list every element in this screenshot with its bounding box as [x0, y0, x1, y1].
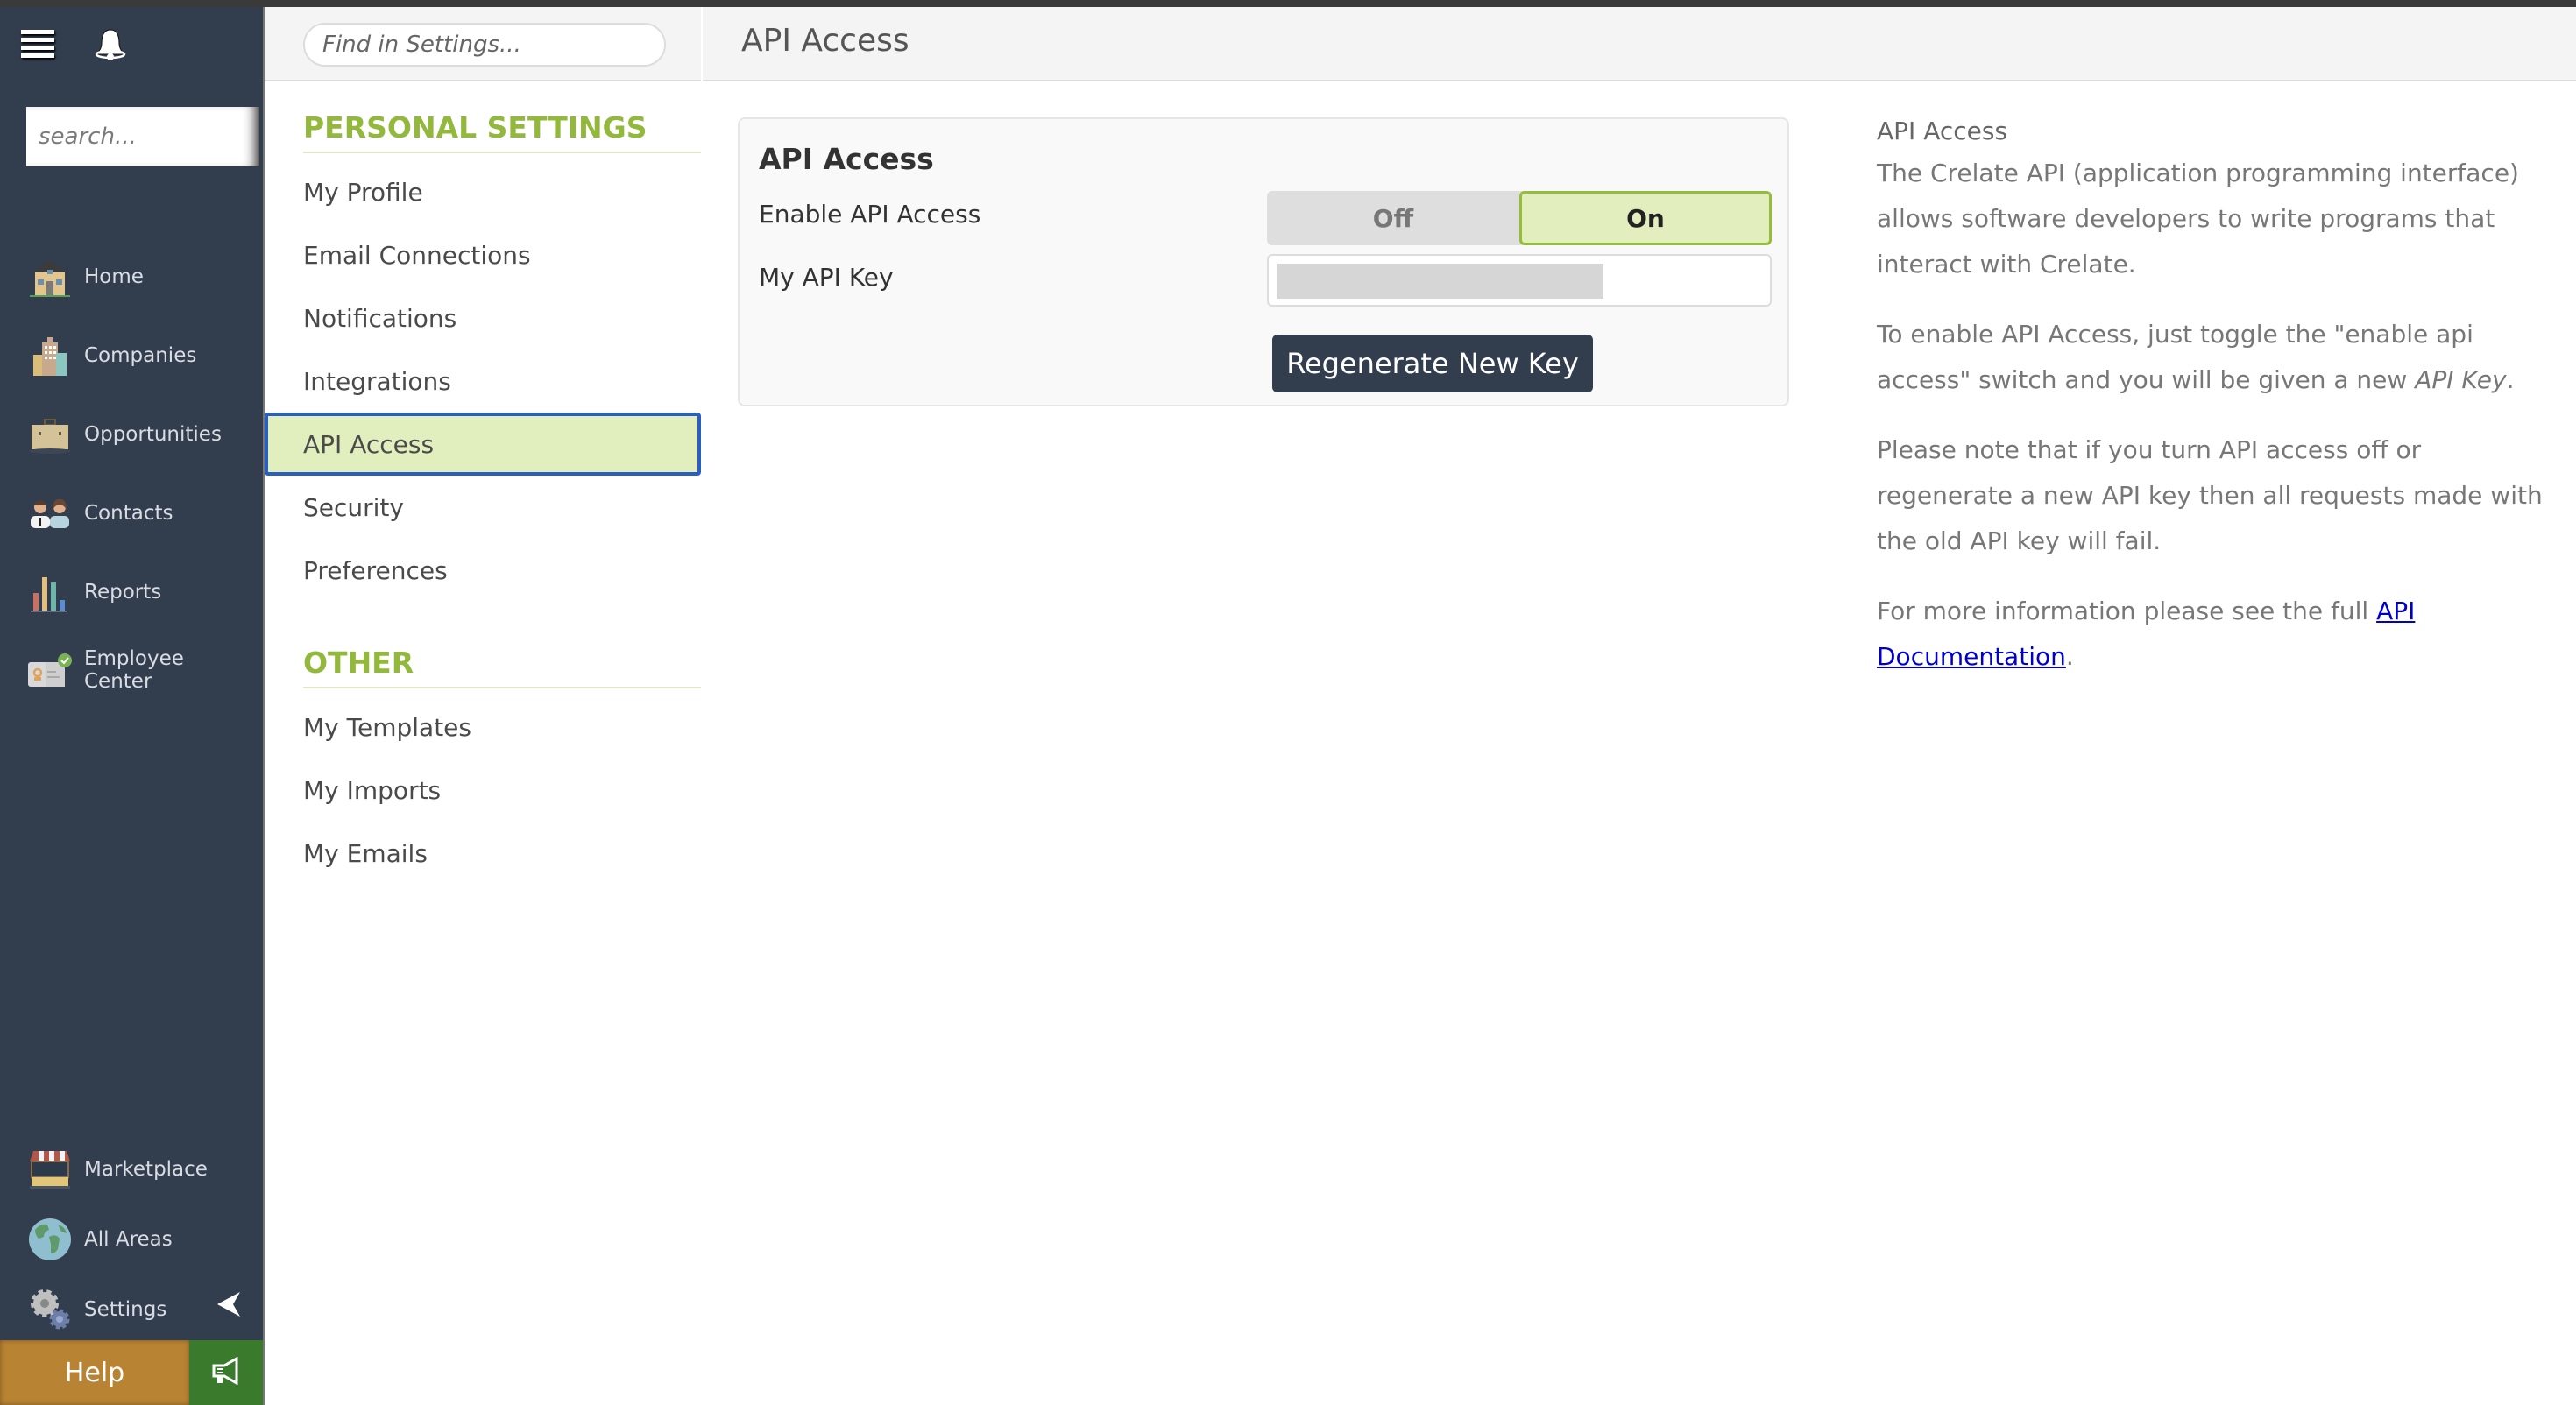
nav-label: Marketplace: [84, 1158, 208, 1181]
bell-notification-icon[interactable]: [91, 26, 130, 65]
id-card-icon: [28, 648, 72, 692]
api-access-card: API Access Enable API Access Off On My A…: [738, 117, 1789, 406]
page-title: API Access: [741, 23, 909, 59]
api-key-redacted-value: [1277, 264, 1603, 299]
briefcase-icon: [28, 413, 72, 456]
nav-item-reports[interactable]: Reports: [0, 561, 263, 623]
help-text: .: [2506, 365, 2515, 394]
house-icon: [28, 255, 72, 299]
nav-label: Opportunities: [84, 423, 222, 446]
regenerate-new-key-button[interactable]: Regenerate New Key: [1272, 335, 1593, 392]
nav-label: Employee Center: [84, 647, 184, 693]
gears-icon: [28, 1288, 72, 1331]
help-text-column: API Access The Crelate API (application …: [1877, 112, 2560, 704]
nav-label: Settings: [84, 1298, 167, 1321]
nav-item-opportunities[interactable]: Opportunities: [0, 404, 263, 465]
announcements-button[interactable]: [189, 1340, 263, 1405]
find-in-settings-input[interactable]: [303, 23, 666, 67]
toggle-on-option[interactable]: On: [1519, 191, 1772, 245]
help-emphasis: API Key: [2415, 365, 2507, 394]
settings-item-my-emails[interactable]: My Emails: [265, 822, 701, 885]
nav-item-companies[interactable]: Companies: [0, 325, 263, 386]
page-header: API Access: [703, 7, 2576, 81]
storefront-icon: [28, 1147, 72, 1191]
help-paragraph-intro: The Crelate API (application programming…: [1877, 159, 2519, 279]
api-key-field[interactable]: [1267, 254, 1772, 307]
global-search-input[interactable]: [26, 107, 259, 166]
nav-label: Reports: [84, 581, 162, 604]
my-api-key-label: My API Key: [759, 263, 894, 292]
help-text: For more information please see the full: [1877, 597, 2377, 625]
nav-item-employee-center[interactable]: Employee Center: [0, 639, 263, 701]
settings-item-api-access[interactable]: API Access: [265, 413, 701, 476]
section-heading-personal-settings: PERSONAL SETTINGS: [303, 110, 701, 153]
help-paragraph-enable: To enable API Access, just toggle the "e…: [1877, 312, 2560, 403]
enable-api-access-toggle[interactable]: Off On: [1267, 191, 1772, 245]
settings-item-notifications[interactable]: Notifications: [265, 286, 701, 349]
nav-item-all-areas[interactable]: All Areas: [0, 1209, 263, 1270]
help-label: Help: [64, 1357, 125, 1388]
main-content: API Access API Access Enable API Access …: [703, 7, 2576, 1405]
help-paragraph-warning: Please note that if you turn API access …: [1877, 435, 2543, 555]
megaphone-icon: [210, 1356, 242, 1388]
settings-search-bar: [265, 7, 701, 81]
bar-chart-icon: [28, 570, 72, 614]
globe-icon: [28, 1218, 72, 1261]
help-button[interactable]: Help: [0, 1340, 189, 1405]
settings-item-integrations[interactable]: Integrations: [265, 349, 701, 413]
nav-item-contacts[interactable]: Contacts: [0, 483, 263, 544]
settings-item-my-imports[interactable]: My Imports: [265, 759, 701, 822]
nav-item-home[interactable]: Home: [0, 246, 263, 307]
buildings-icon: [28, 334, 72, 378]
nav-label: Companies: [84, 344, 197, 367]
people-icon: [28, 491, 72, 535]
collapse-sidebar-arrow-icon[interactable]: [216, 1290, 242, 1318]
settings-item-email-connections[interactable]: Email Connections: [265, 223, 701, 286]
settings-item-my-templates[interactable]: My Templates: [265, 695, 701, 759]
nav-label: Home: [84, 265, 144, 288]
nav-item-marketplace[interactable]: Marketplace: [0, 1139, 263, 1200]
left-nav-sidebar: Home Companies Opportunities Contacts Re…: [0, 7, 263, 1405]
help-text: To enable API Access, just toggle the "e…: [1877, 320, 2473, 394]
settings-item-security[interactable]: Security: [265, 476, 701, 539]
settings-item-my-profile[interactable]: My Profile: [265, 160, 701, 223]
toggle-off-option[interactable]: Off: [1267, 191, 1519, 245]
card-title: API Access: [759, 142, 934, 176]
settings-item-preferences[interactable]: Preferences: [265, 539, 701, 602]
settings-nav-panel: PERSONAL SETTINGS My Profile Email Conne…: [263, 7, 701, 1405]
hamburger-menu-icon[interactable]: [21, 30, 54, 58]
window-top-strip: [0, 0, 2576, 7]
help-paragraph-more-info: For more information please see the full…: [1877, 589, 2560, 680]
enable-api-access-label: Enable API Access: [759, 200, 981, 229]
nav-label: All Areas: [84, 1228, 173, 1251]
help-text: .: [2065, 642, 2074, 671]
section-heading-other: OTHER: [303, 646, 701, 688]
nav-label: Contacts: [84, 502, 173, 525]
help-heading: API Access: [1877, 116, 2008, 145]
